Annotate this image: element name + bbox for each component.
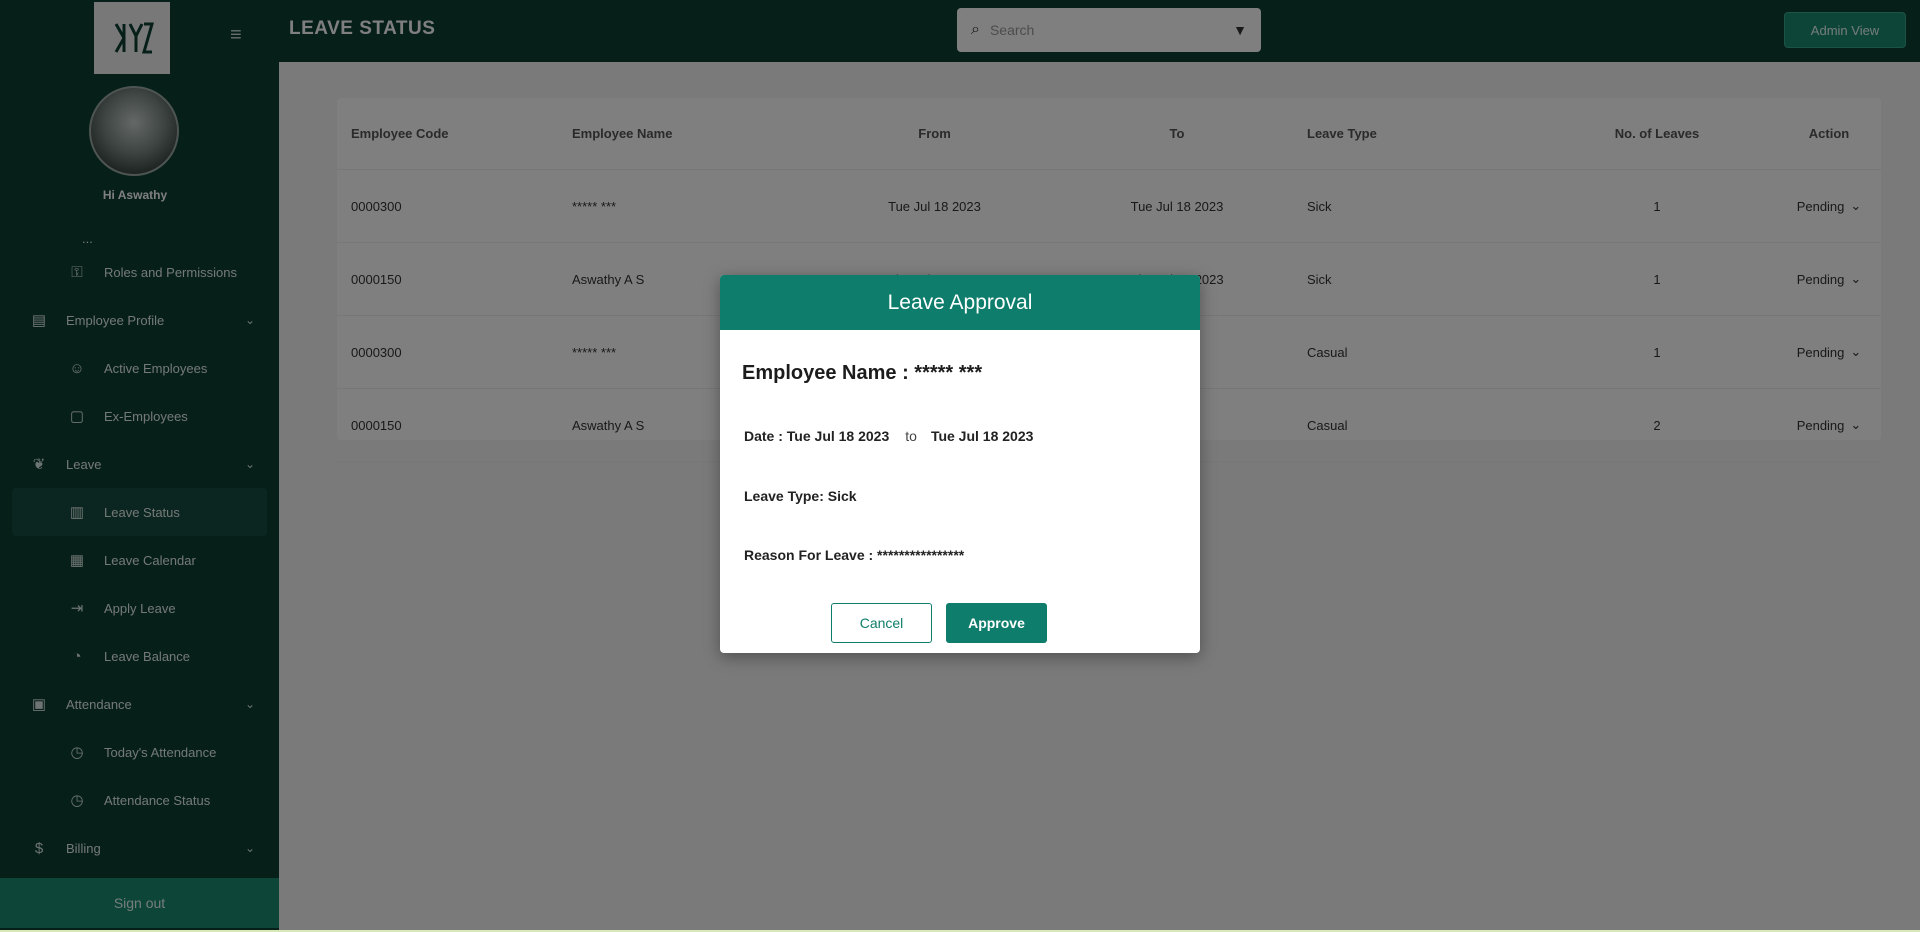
leave-type: Leave Type: Sick xyxy=(744,488,857,504)
approve-button[interactable]: Approve xyxy=(946,603,1047,643)
app: ≡ Hi Aswathy ... ⚿ Roles and Permissions… xyxy=(0,0,1920,932)
modal-title: Leave Approval xyxy=(720,275,1200,330)
cancel-button[interactable]: Cancel xyxy=(831,603,932,643)
modal-body: Employee Name : ***** *** Date : Tue Jul… xyxy=(720,330,1200,653)
leave-reason: Reason For Leave : **************** xyxy=(744,547,965,563)
employee-name: Employee Name : ***** *** xyxy=(742,362,983,384)
leave-approval-modal: Leave Approval Employee Name : ***** ***… xyxy=(720,275,1200,653)
date-separator: to xyxy=(905,428,917,444)
date-start: Date : Tue Jul 18 2023 xyxy=(744,428,890,444)
leave-dates: Date : Tue Jul 18 2023 to Tue Jul 18 2023 xyxy=(744,428,1033,444)
date-end: Tue Jul 18 2023 xyxy=(930,428,1034,444)
